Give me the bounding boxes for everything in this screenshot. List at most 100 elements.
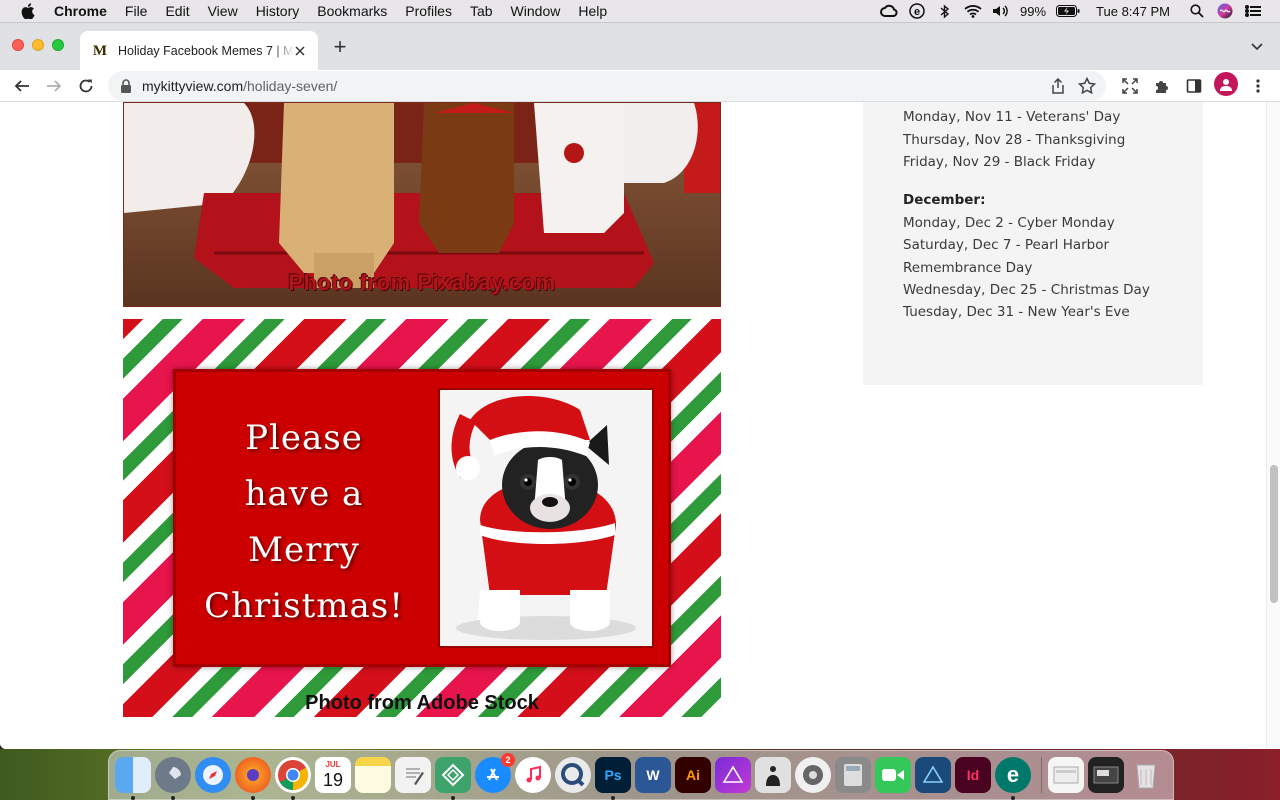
- word-label: W: [646, 767, 660, 783]
- profile-avatar-icon[interactable]: [1214, 72, 1238, 96]
- browser-toolbar: mykittyview.com/holiday-seven/: [0, 70, 1280, 102]
- svg-text:e: e: [914, 6, 920, 18]
- side-panel-icon[interactable]: [1182, 74, 1206, 98]
- menu-view[interactable]: View: [208, 3, 238, 19]
- sidebar-item-pearl-harbor: Saturday, Dec 7 - Pearl Harbor: [903, 237, 1110, 253]
- indesign-label: Id: [966, 767, 980, 783]
- page-content: Photo from Pixabay.com Please have a Mer…: [0, 102, 1280, 749]
- volume-icon[interactable]: [992, 3, 1010, 19]
- wifi-icon[interactable]: [964, 3, 982, 19]
- address-bar[interactable]: mykittyview.com/holiday-seven/: [108, 71, 1106, 101]
- affinity-photo-icon[interactable]: [715, 757, 751, 793]
- tab-title: Holiday Facebook Memes 7 | M: [118, 44, 294, 58]
- e-app-label: e: [1006, 762, 1020, 787]
- new-tab-button[interactable]: +: [330, 36, 350, 58]
- extensions-puzzle-icon[interactable]: [1150, 74, 1174, 98]
- trash-icon[interactable]: [1128, 757, 1164, 793]
- menu-help[interactable]: Help: [578, 3, 607, 19]
- e-app-icon[interactable]: e: [908, 3, 926, 19]
- menu-tab[interactable]: Tab: [470, 3, 493, 19]
- tab-strip: M Holiday Facebook Memes 7 | M +: [0, 22, 1280, 71]
- sidebar-item-new-years-eve: Tuesday, Dec 31 - New Year's Eve: [903, 304, 1130, 320]
- safari-icon[interactable]: [195, 757, 231, 793]
- forward-button[interactable]: [42, 74, 66, 98]
- menu-history[interactable]: History: [256, 3, 300, 19]
- dogs-christmas-photo: Photo from Pixabay.com: [123, 102, 721, 307]
- url-domain: mykittyview.com: [142, 78, 244, 94]
- sidebar-item-veterans-day: Monday, Nov 11 - Veterans' Day: [903, 109, 1121, 125]
- fullscreen-extension-icon[interactable]: [1118, 74, 1142, 98]
- facetime-icon[interactable]: [875, 757, 911, 793]
- siri-icon[interactable]: [1216, 3, 1234, 19]
- back-button[interactable]: [10, 74, 34, 98]
- sketchup-icon[interactable]: [435, 757, 471, 800]
- downloads-stack-icon[interactable]: [1048, 757, 1084, 793]
- indesign-icon[interactable]: Id: [955, 757, 991, 793]
- share-icon[interactable]: [1050, 77, 1066, 94]
- app-store-icon[interactable]: 2: [475, 753, 515, 793]
- scrollbar-thumb[interactable]: [1270, 465, 1278, 603]
- dock-separator: [1041, 757, 1042, 793]
- close-window-button[interactable]: [12, 39, 24, 51]
- photoshop-icon[interactable]: Ps: [595, 757, 631, 800]
- notes-icon[interactable]: [355, 757, 391, 793]
- chrome-icon[interactable]: [275, 757, 311, 800]
- affinity-designer-icon[interactable]: [915, 757, 951, 793]
- firefox-icon[interactable]: [235, 757, 271, 800]
- sidebar-item-christmas-day: Wednesday, Dec 25 - Christmas Day: [903, 282, 1150, 298]
- christmas-card-panel: Please have a Merry Christmas!: [173, 369, 671, 667]
- finder-icon[interactable]: [115, 757, 151, 800]
- illustrator-label: Ai: [686, 767, 700, 783]
- kindle-reader-icon[interactable]: [755, 757, 791, 793]
- control-center-icon[interactable]: [1244, 3, 1262, 19]
- screenshot-stack-icon[interactable]: [1088, 757, 1124, 793]
- battery-icon[interactable]: [1056, 3, 1080, 19]
- christmas-card-image: Please have a Merry Christmas! Photo fro…: [123, 319, 721, 717]
- santa-dog-illustration: [440, 390, 652, 646]
- menu-window[interactable]: Window: [511, 3, 561, 19]
- sidebar-item-thanksgiving: Thursday, Nov 28 - Thanksgiving: [903, 132, 1126, 148]
- tab-search-chevron-icon[interactable]: [1250, 39, 1266, 55]
- lock-icon[interactable]: [120, 79, 132, 93]
- menu-profiles[interactable]: Profiles: [405, 3, 452, 19]
- menu-bookmarks[interactable]: Bookmarks: [317, 3, 387, 19]
- chrome-menu-icon[interactable]: [1246, 74, 1270, 98]
- calendar-month: JUL: [325, 760, 341, 769]
- bluetooth-icon[interactable]: [936, 3, 954, 19]
- sidebar-item-cyber-monday: Monday, Dec 2 - Cyber Monday: [903, 215, 1115, 231]
- menu-app-name[interactable]: Chrome: [54, 3, 107, 19]
- menu-file[interactable]: File: [125, 3, 148, 19]
- illustrator-icon[interactable]: Ai: [675, 757, 711, 793]
- e-app-dock-icon[interactable]: e: [995, 757, 1031, 800]
- macos-dock: JUL 19 2 Ps W Ai Id e: [108, 750, 1174, 800]
- calendar-day: 19: [322, 770, 344, 790]
- sidebar-item-remembrance-day: Remembrance Day: [903, 260, 1033, 276]
- menu-clock[interactable]: Tue 8:47 PM: [1096, 4, 1170, 19]
- tab-close-icon[interactable]: [292, 43, 308, 59]
- christmas-greeting: Please have a Merry Christmas!: [204, 418, 404, 626]
- menu-edit[interactable]: Edit: [165, 3, 189, 19]
- apple-menu-icon[interactable]: [20, 3, 36, 19]
- dog-santa-photo: [438, 388, 654, 648]
- textedit-icon[interactable]: [395, 757, 431, 793]
- page-scrollbar[interactable]: [1266, 102, 1280, 749]
- bookmark-star-icon[interactable]: [1077, 76, 1097, 95]
- fullscreen-window-button[interactable]: [52, 39, 64, 51]
- creative-cloud-icon[interactable]: [880, 3, 898, 19]
- active-tab[interactable]: M Holiday Facebook Memes 7 | M: [80, 31, 318, 71]
- spotlight-search-icon[interactable]: [1188, 3, 1206, 19]
- sidebar-item-black-friday: Friday, Nov 29 - Black Friday: [903, 154, 1096, 170]
- url-text[interactable]: mykittyview.com/holiday-seven/: [142, 78, 337, 94]
- reload-button[interactable]: [74, 74, 98, 98]
- photoshop-label: Ps: [604, 767, 622, 783]
- word-icon[interactable]: W: [635, 757, 671, 793]
- browser-window: M Holiday Facebook Memes 7 | M + mykitty…: [0, 22, 1280, 749]
- minimize-window-button[interactable]: [32, 39, 44, 51]
- calculator-icon[interactable]: [835, 757, 871, 793]
- app-store-badge: 2: [501, 753, 515, 767]
- photo-slideshow-icon[interactable]: [795, 757, 831, 793]
- music-icon[interactable]: [515, 757, 551, 793]
- launchpad-icon[interactable]: [155, 757, 191, 800]
- calendar-icon[interactable]: JUL 19: [315, 757, 351, 793]
- quicktime-icon[interactable]: [555, 757, 591, 793]
